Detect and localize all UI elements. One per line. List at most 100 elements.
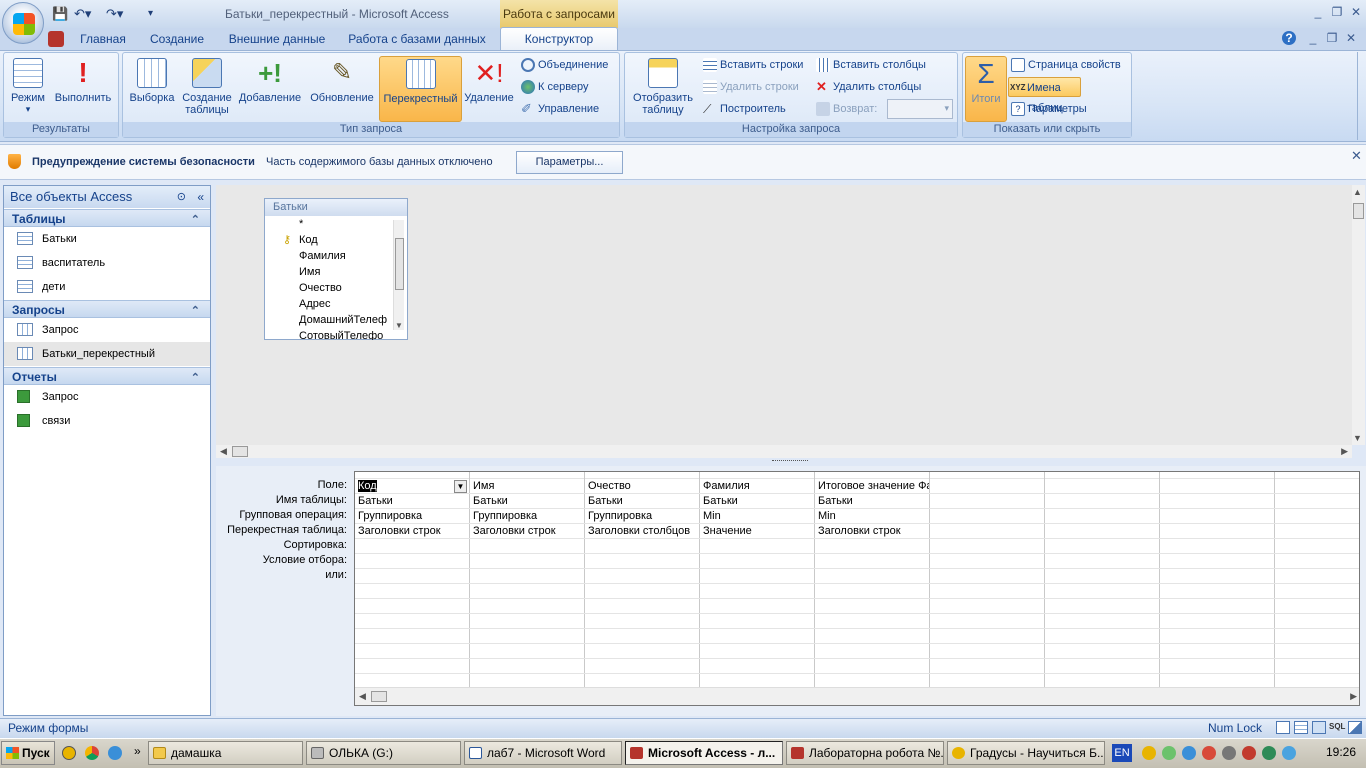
nav-item-query-crosstab[interactable]: Батьки_перекрестный [4,342,210,366]
make-table-button[interactable]: Создание таблицы [180,56,234,122]
grid-cell-crosstab[interactable]: Заголовки строк [355,524,469,539]
nav-item-table-vospitatel[interactable]: васпитатель [4,251,210,275]
grid-cell-crosstab[interactable]: Значение [700,524,814,539]
grid-column-7[interactable] [1045,472,1160,687]
grid-cell-field[interactable]: Фамилия [700,479,814,494]
form-view-icon[interactable] [1276,721,1290,734]
close-window-button[interactable]: ✕ [1347,4,1365,20]
grid-cell-table[interactable]: Батьки [355,494,469,509]
qat-customize-icon[interactable]: ▾ [148,4,153,24]
vertical-scrollbar[interactable]: ▲ ▼ [1352,185,1365,445]
minimize-button[interactable]: _ [1309,4,1327,20]
field-ochestvo[interactable]: Очество [265,280,389,296]
grid-cell-field[interactable]: Код ▼ [355,479,469,494]
restore-button[interactable]: ❐ [1328,4,1346,20]
undo-icon[interactable]: ↶▾ [74,4,91,24]
nav-section-reports[interactable]: Отчеты ⌃ [4,367,210,385]
field-familiya[interactable]: Фамилия [265,248,389,264]
grid-cell-field[interactable]: Очество [585,479,699,494]
grid-cell-table[interactable]: Батьки [585,494,699,509]
close-icon[interactable]: ✕ [1351,148,1362,164]
grid-column-8[interactable] [1160,472,1275,687]
view-mode-button[interactable]: Режим ▾ [6,56,50,122]
grid-cell-group[interactable]: Группировка [585,509,699,524]
insert-columns-button[interactable]: Вставить столбцы [815,55,955,75]
data-definition-button[interactable]: ✐ Управление [520,99,618,119]
field-dropdown-icon[interactable]: ▼ [454,480,467,493]
grid-column-9[interactable] [1275,472,1359,687]
scroll-down-icon[interactable]: ▼ [1353,433,1362,443]
pass-through-button[interactable]: К серверу [520,77,618,97]
union-query-button[interactable]: Объединение [520,55,618,75]
update-query-button[interactable]: ✎ Обновление [306,56,378,122]
field-list-scrollbar[interactable]: ▼ [393,220,404,330]
return-select[interactable]: ▾ [887,99,953,119]
nav-item-query-zapros[interactable]: Запрос [4,318,210,342]
nav-item-report-svyazi[interactable]: связи [4,409,210,433]
nav-dropdown-icon[interactable]: ⊙ [177,186,186,208]
datasheet-view-icon[interactable] [1294,721,1308,734]
design-grid[interactable]: Код ▼ Батьки Группировка Заголовки строк … [354,471,1360,706]
taskbar-item-folder[interactable]: дамашка [148,741,303,765]
grid-column-4[interactable]: Фамилия Батьки Min Значение [700,472,815,687]
nav-item-table-batki[interactable]: Батьки [4,227,210,251]
redo-icon[interactable]: ↷▾ [106,4,123,24]
pane-splitter[interactable] [216,458,1366,466]
grid-column-6[interactable] [930,472,1045,687]
grid-cell-group[interactable]: Min [815,509,929,524]
grid-cell-crosstab[interactable]: Заголовки строк [815,524,929,539]
design-view-icon[interactable] [1348,721,1362,734]
totals-button[interactable]: Σ Итоги [965,56,1007,122]
taskbar-item-lab[interactable]: Лабораторна робота №... [786,741,944,765]
nav-item-report-zapros[interactable]: Запрос [4,385,210,409]
grid-cell-table[interactable]: Батьки [470,494,584,509]
tray-update-icon[interactable] [1202,746,1216,760]
start-button[interactable]: Пуск [1,741,55,765]
table-names-button[interactable]: XYZ Имена таблиц [1008,77,1081,114]
field-sotoviy-telefon[interactable]: СотовыйТелефо [265,328,389,340]
field-adres[interactable]: Адрес [265,296,389,312]
field-list-batki[interactable]: Батьки * ⚷ Код Фамилия Имя Очество Адрес … [264,198,408,340]
field-domashniy-telefon[interactable]: ДомашнийТелеф [265,312,389,328]
delete-columns-button[interactable]: ✕ Удалить столбцы [815,77,955,97]
chrome-icon[interactable] [85,746,99,760]
quicklaunch-avast-icon[interactable] [62,746,76,760]
nav-collapse-icon[interactable]: « [197,186,204,208]
security-options-button[interactable]: Параметры... [516,151,623,174]
sql-view-icon[interactable]: SQL [1329,722,1345,731]
tab-home[interactable]: Главная [72,28,134,50]
grid-cell-group[interactable]: Группировка [470,509,584,524]
select-query-button[interactable]: Выборка [126,56,178,122]
nav-section-queries[interactable]: Запросы ⌃ [4,300,210,318]
doc-close-button[interactable]: ✕ [1342,30,1360,46]
scroll-thumb[interactable] [1353,203,1364,219]
doc-minimize-button[interactable]: _ [1304,30,1322,46]
scroll-left-icon[interactable]: ◀ [220,446,227,457]
grid-cell-group[interactable]: Min [700,509,814,524]
field-kod[interactable]: ⚷ Код [265,232,389,248]
grid-horizontal-scrollbar[interactable]: ◀ ▶ [355,687,1359,705]
field-imya[interactable]: Имя [265,264,389,280]
doc-restore-button[interactable]: ❐ [1323,30,1341,46]
save-icon[interactable]: 💾 [52,4,68,24]
scroll-right-icon[interactable]: ▶ [1350,691,1357,702]
delete-rows-button[interactable]: Удалить строки [702,77,812,97]
run-button[interactable]: ! Выполнить [52,56,114,122]
scroll-right-icon[interactable]: ▶ [1341,446,1348,457]
help-icon[interactable]: ? [1282,31,1296,45]
grid-cell-field[interactable]: Имя [470,479,584,494]
tab-design[interactable]: Конструктор [500,27,618,51]
horizontal-scrollbar[interactable]: ◀ ▶ [216,445,1352,458]
grid-column-1[interactable]: Код ▼ Батьки Группировка Заголовки строк [355,472,470,687]
tray-alert-icon[interactable] [1242,746,1256,760]
nav-header[interactable]: Все объекты Access ⊙ « [4,186,210,208]
parameters-button[interactable]: ? Параметры [1010,99,1130,119]
grid-cell-crosstab[interactable]: Заголовки строк [470,524,584,539]
insert-rows-button[interactable]: Вставить строки [702,55,812,75]
tray-device-icon[interactable] [1222,746,1236,760]
taskbar-item-drive[interactable]: ОЛЬКА (G:) [306,741,461,765]
quicklaunch-more-icon[interactable]: » [134,744,141,758]
append-query-button[interactable]: +! Добавление [236,56,304,122]
grid-cell-table[interactable]: Батьки [815,494,929,509]
tray-app-icon[interactable] [1142,746,1156,760]
